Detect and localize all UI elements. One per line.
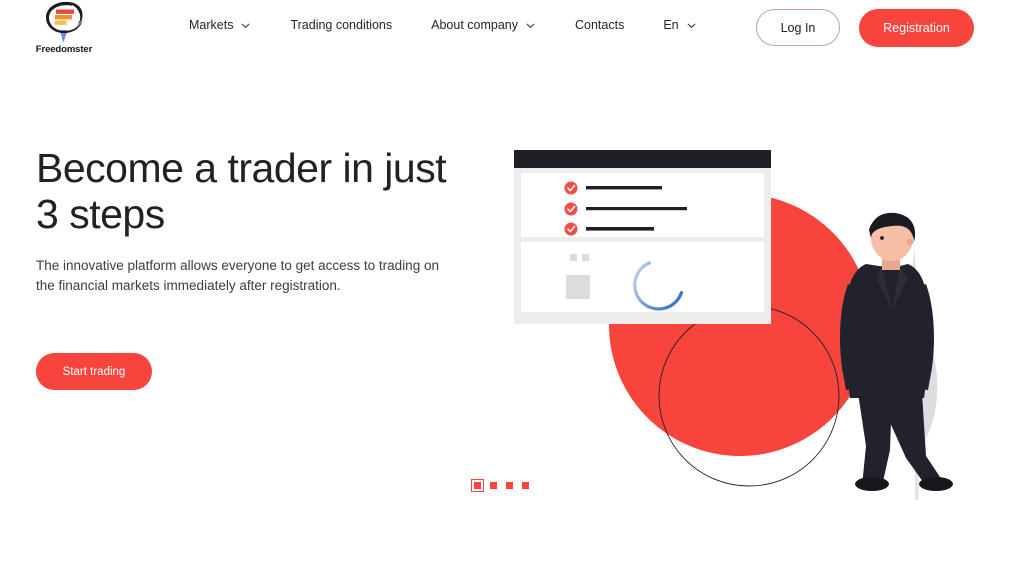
nav-item-about-company[interactable]: About company xyxy=(431,18,536,32)
window-titlebar xyxy=(514,150,771,168)
nav-item-markets[interactable]: Markets xyxy=(189,18,251,32)
brand-name: Freedomster xyxy=(35,44,93,55)
login-button[interactable]: Log In xyxy=(756,9,840,46)
placeholder-square xyxy=(582,254,589,261)
chevron-down-icon xyxy=(525,20,536,31)
brand-logo[interactable]: Freedomster xyxy=(33,0,95,60)
nav-label: Contacts xyxy=(575,18,625,32)
nav-item-language-selector[interactable]: En xyxy=(663,18,696,32)
chevron-down-icon xyxy=(686,20,697,31)
placeholder-block xyxy=(566,275,590,299)
nav-label: About company xyxy=(431,18,518,32)
registration-button[interactable]: Registration xyxy=(859,9,974,47)
person-illustration xyxy=(840,212,953,491)
chevron-down-icon xyxy=(240,20,251,31)
check-circle-icon xyxy=(564,202,578,216)
nav-label: En xyxy=(663,18,679,32)
freedomster-logo-icon xyxy=(41,0,87,45)
check-circle-icon xyxy=(564,181,578,195)
nav-item-contacts[interactable]: Contacts xyxy=(575,18,624,32)
check-circle-icon xyxy=(564,222,578,236)
main-navigation: Markets Trading conditions About company… xyxy=(189,18,697,32)
nav-label: Markets xyxy=(189,18,234,32)
placeholder-square xyxy=(570,254,577,261)
nav-item-trading-conditions[interactable]: Trading conditions xyxy=(290,18,392,32)
trader-onboarding-illustration xyxy=(460,140,1020,500)
hero-subtitle: The innovative platform allows everyone … xyxy=(36,258,439,293)
site-header: Freedomster Markets Trading conditions A… xyxy=(0,0,1024,58)
platform-window-mockup xyxy=(514,150,771,324)
landing-page: Freedomster Markets Trading conditions A… xyxy=(0,0,1024,579)
page-title: Become a trader in just 3 steps xyxy=(36,145,447,237)
nav-label: Trading conditions xyxy=(290,18,393,32)
start-trading-button[interactable]: Start trading xyxy=(36,353,152,390)
